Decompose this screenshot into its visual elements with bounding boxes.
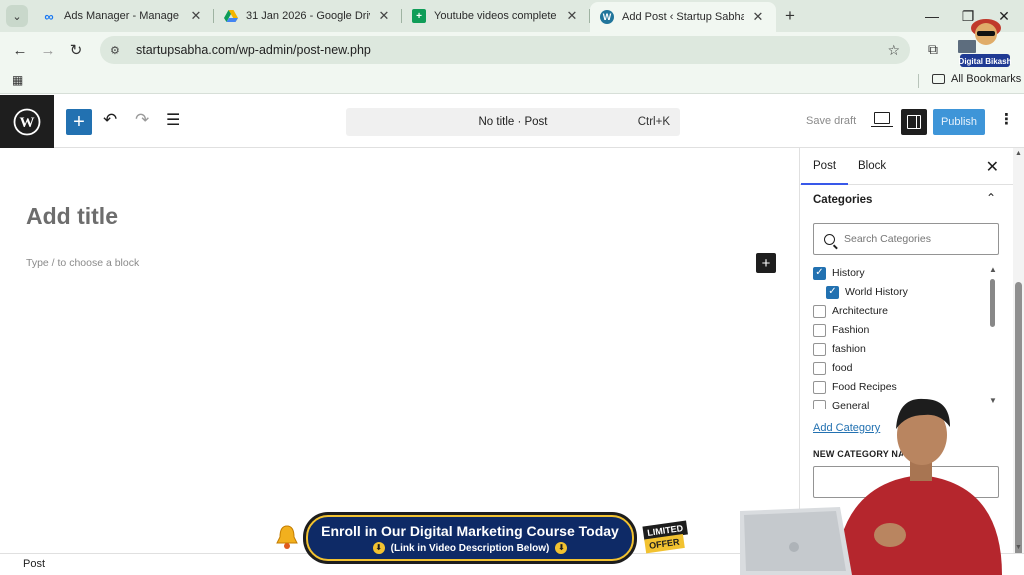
close-tab-icon[interactable]: ✕ (564, 8, 580, 24)
browser-tab-add-post[interactable]: W Add Post ‹ Startup Sabha — Wo ✕ (590, 2, 776, 32)
reload-icon[interactable]: ↻ (62, 41, 90, 59)
browser-tab-ads-manager[interactable]: ∞ Ads Manager - Manage ads - C ✕ (32, 0, 214, 32)
redo-icon[interactable]: ↷ (135, 110, 149, 130)
checkbox[interactable] (813, 304, 826, 318)
block-inserter-plus-icon[interactable]: + (66, 109, 92, 135)
category-label: Fashion (832, 324, 870, 336)
drive-icon (224, 9, 238, 23)
list-scroll-up-icon[interactable]: ▲ (989, 265, 997, 274)
command-palette-bar[interactable]: No title · Post Ctrl+K (346, 108, 680, 136)
category-item-food[interactable]: food (813, 360, 852, 376)
category-item-fashion[interactable]: Fashion (813, 322, 869, 338)
close-tab-icon[interactable]: ✕ (750, 9, 766, 25)
search-icon (824, 233, 835, 245)
category-label: Architecture (832, 305, 889, 317)
save-draft-button[interactable]: Save draft (806, 115, 856, 127)
tab-block[interactable]: Block (858, 160, 886, 172)
avatar-sticker-text: Digital Bikash (959, 57, 1012, 66)
presenter-video-overlay (740, 398, 1002, 575)
channel-avatar-sticker: Digital Bikash (958, 19, 1012, 67)
category-checklist: ✓ History ✓ World History Architecture F… (813, 265, 985, 409)
sidebar-panel-icon (907, 115, 921, 129)
document-overview-icon[interactable]: ☰ (166, 110, 180, 130)
scroll-down-icon[interactable]: ▼ (1015, 544, 1022, 551)
wordpress-logo-icon[interactable]: W (0, 95, 54, 148)
scroll-up-icon[interactable]: ▲ (1015, 150, 1022, 157)
extensions-puzzle-icon[interactable]: ⧉ (928, 41, 938, 58)
page-scrollbar-thumb[interactable] (1015, 282, 1022, 564)
settings-sidebar-toggle[interactable] (901, 109, 927, 135)
forward-arrow-icon[interactable]: → (34, 42, 62, 59)
editor-canvas[interactable]: Add title Type / to choose a block + (0, 148, 799, 553)
all-bookmarks-button[interactable]: All Bookmarks (932, 73, 1021, 85)
bookmarks-bar: ▦ All Bookmarks (0, 68, 1024, 94)
category-item-history[interactable]: ✓ History (813, 265, 865, 281)
site-info-icon[interactable]: ⚙ (110, 44, 124, 57)
publish-button[interactable]: Publish (933, 109, 985, 135)
preview-laptop-icon[interactable] (871, 112, 893, 127)
options-kebab-icon[interactable]: ⋮ (999, 110, 1014, 128)
browser-tab-youtube-videos[interactable]: + Youtube videos complete topic ✕ (402, 0, 590, 32)
svg-text:W: W (20, 115, 35, 131)
category-label: Food Recipes (832, 381, 897, 393)
down-arrow-icon: ⬇ (372, 542, 385, 554)
block-breadcrumb[interactable]: Post (23, 558, 45, 570)
post-title-input[interactable]: Add title (26, 203, 118, 230)
checkbox[interactable] (813, 380, 826, 394)
categories-panel-title[interactable]: Categories (813, 194, 872, 206)
sidebar-tabs: Post Block ✕ (800, 148, 1013, 185)
apps-grid-icon[interactable]: ▦ (12, 73, 23, 87)
category-search-input[interactable] (844, 233, 994, 245)
address-toolbar: ← → ↻ ⚙ startupsabha.com/wp-admin/post-n… (0, 32, 1024, 68)
folder-icon (932, 74, 945, 84)
promo-banner: Enroll in Our Digital Marketing Course T… (306, 515, 634, 561)
command-shortcut: Ctrl+K (637, 116, 670, 128)
bookmarks-divider (918, 74, 919, 88)
down-arrow-icon: ⬇ (555, 542, 568, 554)
bookmark-star-icon[interactable]: ☆ (887, 42, 900, 59)
category-search-field[interactable] (813, 223, 999, 255)
promo-subline: ⬇ (Link in Video Description Below) ⬇ (308, 542, 632, 554)
close-sidebar-icon[interactable]: ✕ (986, 157, 999, 177)
checkbox-checked[interactable]: ✓ (826, 285, 839, 299)
tab-post[interactable]: Post (800, 160, 849, 185)
undo-icon[interactable]: ↶ (103, 110, 117, 130)
close-tab-icon[interactable]: ✕ (376, 8, 392, 24)
category-item-fashion-lower[interactable]: fashion (813, 341, 866, 357)
browser-tab-google-drive[interactable]: 31 Jan 2026 - Google Drive ✕ (214, 0, 402, 32)
sheets-icon: + (412, 9, 426, 23)
document-title-label: No title · Post (478, 116, 548, 128)
checkbox[interactable] (813, 342, 826, 356)
checkbox-checked[interactable]: ✓ (813, 266, 826, 280)
back-arrow-icon[interactable]: ← (6, 42, 34, 59)
category-label: food (832, 362, 853, 374)
all-bookmarks-label: All Bookmarks (951, 73, 1022, 85)
browser-tab-strip: ⌄ ∞ Ads Manager - Manage ads - C ✕ 31 Ja… (0, 0, 1024, 32)
checkbox[interactable] (813, 361, 826, 375)
category-item-architecture[interactable]: Architecture (813, 303, 888, 319)
wordpress-icon: W (600, 10, 614, 24)
minimize-icon[interactable]: — (914, 0, 950, 32)
list-scrollbar-thumb[interactable] (990, 279, 995, 327)
new-tab-plus-icon[interactable]: + (776, 6, 804, 26)
bell-icon (276, 525, 298, 549)
promo-headline: Enroll in Our Digital Marketing Course T… (321, 523, 619, 539)
close-tab-icon[interactable]: ✕ (188, 8, 204, 24)
category-label: World History (845, 286, 908, 298)
category-label: History (832, 267, 865, 279)
chevron-up-icon[interactable]: ⌃ (986, 191, 996, 205)
meta-icon: ∞ (44, 8, 54, 24)
inline-add-block-icon[interactable]: + (756, 253, 776, 273)
category-label: fashion (832, 343, 866, 355)
category-item-food-recipes[interactable]: Food Recipes (813, 379, 897, 395)
default-block-appender[interactable]: Type / to choose a block (26, 257, 139, 269)
editor-header: W + ↶ ↷ ☰ No title · Post Ctrl+K Save dr… (0, 95, 1024, 148)
address-bar[interactable]: ⚙ startupsabha.com/wp-admin/post-new.php… (100, 36, 910, 64)
url-text[interactable]: startupsabha.com/wp-admin/post-new.php (136, 43, 371, 57)
page-scrollbar[interactable]: ▲ ▼ (1013, 148, 1024, 564)
tab-search-chevron-icon[interactable]: ⌄ (6, 5, 28, 27)
category-item-world-history[interactable]: ✓ World History (826, 284, 908, 300)
checkbox[interactable] (813, 323, 826, 337)
promo-subline-text: (Link in Video Description Below) (390, 542, 550, 554)
